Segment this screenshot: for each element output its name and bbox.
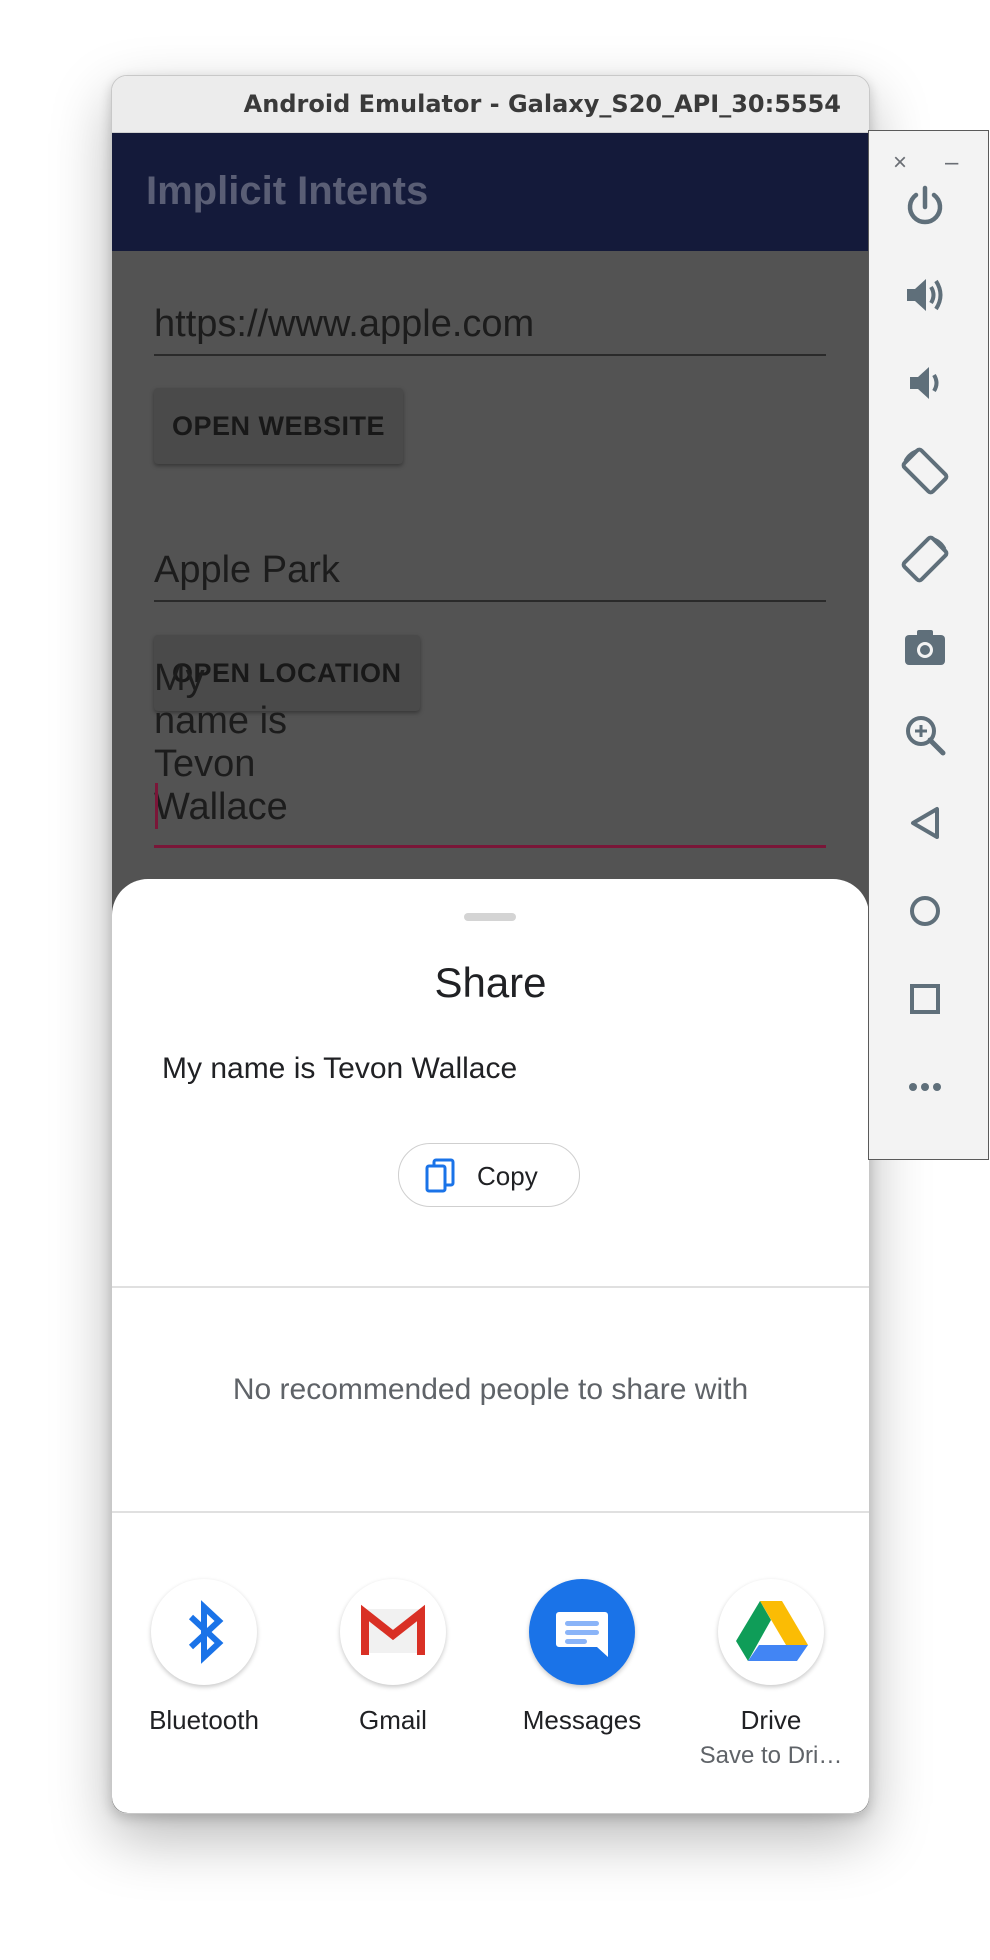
share-target-label: Gmail xyxy=(359,1705,427,1735)
emulator-control-panel: × – xyxy=(868,130,989,1160)
panel-close-button[interactable]: × xyxy=(893,149,907,177)
share-target-sublabel: Save to Dri… xyxy=(699,1742,843,1769)
share-text-input[interactable]: My name is Tevon Wallace xyxy=(154,657,826,848)
location-input[interactable]: Apple Park xyxy=(154,538,826,602)
volume-up-icon[interactable] xyxy=(899,269,951,321)
website-input[interactable]: https://www.apple.com xyxy=(154,292,826,356)
share-target-label: Bluetooth xyxy=(149,1705,259,1735)
app-bar: Implicit Intents xyxy=(112,133,869,251)
divider xyxy=(112,1511,869,1513)
drive-icon xyxy=(736,1601,808,1661)
share-targets: Bluetooth Gmail Messages Drive Save to D… xyxy=(112,1579,869,1809)
emulator-window: Android Emulator - Galaxy_S20_API_30:555… xyxy=(111,75,870,1814)
panel-minimize-button[interactable]: – xyxy=(945,149,958,177)
text-cursor xyxy=(155,783,158,829)
more-icon[interactable] xyxy=(899,1061,951,1113)
bluetooth-icon xyxy=(188,1600,224,1664)
website-input-value: https://www.apple.com xyxy=(154,303,535,345)
share-sheet-title: Share xyxy=(434,959,547,1006)
no-recommendations-text: No recommended people to share with xyxy=(232,1373,749,1406)
share-text-input-value: My name is Tevon Wallace xyxy=(154,657,288,828)
power-icon[interactable] xyxy=(899,181,951,233)
back-icon[interactable] xyxy=(899,797,951,849)
messages-icon xyxy=(556,1612,608,1657)
share-sheet: Share My name is Tevon Wallace Copy No r… xyxy=(112,879,869,1813)
zoom-icon[interactable] xyxy=(899,709,951,761)
window-titlebar[interactable]: Android Emulator - Galaxy_S20_API_30:555… xyxy=(112,76,869,133)
open-website-button[interactable]: OPEN WEBSITE xyxy=(154,388,404,464)
share-target-label: Messages xyxy=(522,1705,642,1735)
rotate-left-icon[interactable] xyxy=(899,445,951,497)
window-title: Android Emulator - Galaxy_S20_API_30:555… xyxy=(243,90,841,118)
share-target-gmail[interactable]: Gmail xyxy=(318,1579,468,1736)
app-title: Implicit Intents xyxy=(146,169,429,213)
sheet-drag-handle[interactable] xyxy=(464,913,516,921)
share-target-label: Drive xyxy=(740,1705,802,1735)
copy-button[interactable]: Copy xyxy=(398,1143,580,1207)
home-icon[interactable] xyxy=(899,885,951,937)
share-target-messages[interactable]: Messages xyxy=(507,1579,657,1736)
gmail-icon xyxy=(361,1604,425,1655)
volume-down-icon[interactable] xyxy=(899,357,951,409)
share-target-drive[interactable]: Drive Save to Dri… xyxy=(696,1579,846,1770)
camera-icon[interactable] xyxy=(899,621,951,673)
location-input-value: Apple Park xyxy=(154,549,340,591)
rotate-right-icon[interactable] xyxy=(899,533,951,585)
copy-icon xyxy=(425,1158,455,1193)
shared-text-preview: My name is Tevon Wallace xyxy=(162,1052,518,1085)
divider xyxy=(112,1286,869,1288)
overview-icon[interactable] xyxy=(899,973,951,1025)
share-target-bluetooth[interactable]: Bluetooth xyxy=(129,1579,279,1736)
copy-button-label: Copy xyxy=(477,1161,538,1191)
